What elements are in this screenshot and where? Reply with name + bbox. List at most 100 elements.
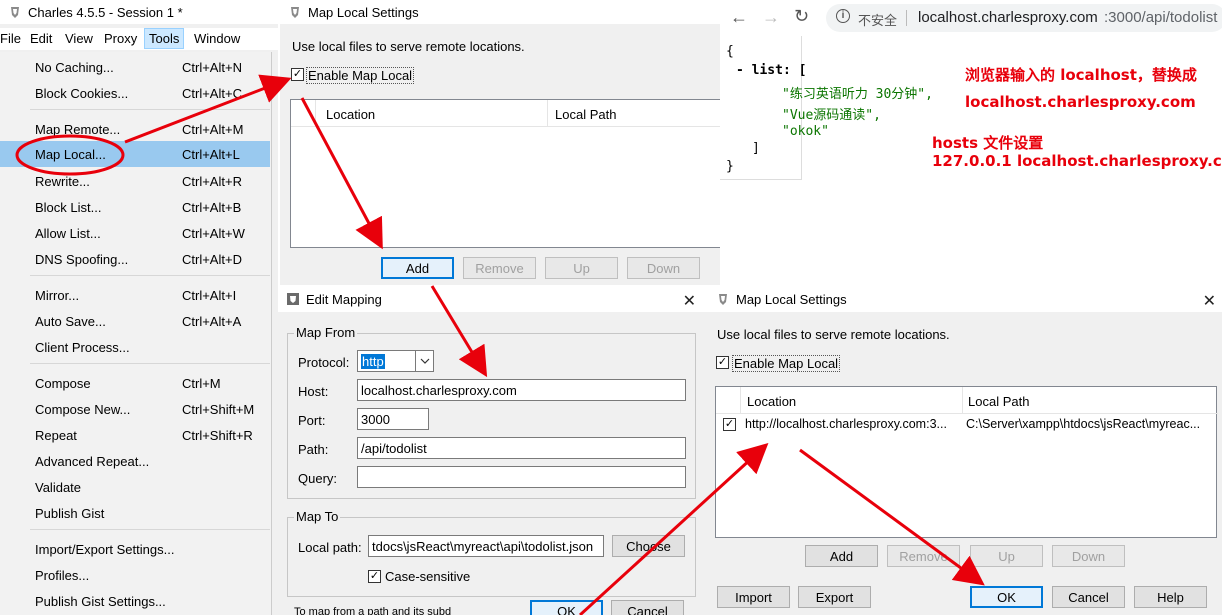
address-bar[interactable]: i 不安全 localhost.charlesproxy.com :3000/a… xyxy=(826,4,1222,32)
menu-item-compose[interactable]: Compose Ctrl+M xyxy=(0,370,270,396)
menu-item-map-remote[interactable]: Map Remote... Ctrl+Alt+M xyxy=(0,116,270,142)
menu-item-dns-spoofing[interactable]: DNS Spoofing... Ctrl+Alt+D xyxy=(0,246,270,272)
map-local-titlebar: Map Local Settings ✕ xyxy=(708,286,1222,312)
query-input[interactable] xyxy=(357,466,686,488)
protocol-label: Protocol: xyxy=(298,355,350,370)
mapping-table[interactable]: Location Local Path ✓ http://localhost.c… xyxy=(715,386,1218,538)
footer-hint: To map from a path and its subd xyxy=(294,606,452,615)
charles-title: Charles 4.5.5 - Session 1 * xyxy=(28,4,183,20)
local-path-label: Local path: xyxy=(298,540,362,555)
up-button[interactable]: Up xyxy=(970,545,1043,567)
menu-item-publish-gist-settings[interactable]: Publish Gist Settings... xyxy=(0,588,270,614)
menu-item-repeat[interactable]: Repeat Ctrl+Shift+R xyxy=(0,422,270,448)
menu-item-client-process[interactable]: Client Process... xyxy=(0,334,270,360)
mapping-table[interactable]: Location Local Path xyxy=(290,99,720,248)
cancel-button[interactable]: Cancel xyxy=(611,600,684,615)
enable-map-local-checkbox[interactable]: ✓ xyxy=(716,356,729,369)
column-location[interactable]: Location xyxy=(326,107,375,122)
forward-icon[interactable]: → xyxy=(762,7,780,28)
host-input[interactable]: localhost.charlesproxy.com xyxy=(357,379,686,401)
choose-button[interactable]: Choose xyxy=(612,535,685,557)
ok-button[interactable]: OK xyxy=(530,600,603,615)
add-button[interactable]: Add xyxy=(805,545,878,567)
chevron-down-icon[interactable] xyxy=(415,350,434,372)
table-header: Location Local Path xyxy=(716,387,1218,414)
host-label: Host: xyxy=(298,384,329,399)
menu-item-map-local[interactable]: Map Local... Ctrl+Alt+L xyxy=(0,141,270,167)
cancel-button[interactable]: Cancel xyxy=(1052,586,1125,608)
json-item: "okok" xyxy=(782,124,829,139)
column-local-path[interactable]: Local Path xyxy=(555,107,616,122)
path-input[interactable]: /api/todolist xyxy=(357,437,686,459)
reload-icon[interactable]: ↻ xyxy=(794,6,809,27)
down-button[interactable]: Down xyxy=(1052,545,1125,567)
url-path: :3000/api/todolist xyxy=(1104,9,1218,26)
menu-item-mirror[interactable]: Mirror... Ctrl+Alt+I xyxy=(0,282,270,308)
menu-item-rewrite[interactable]: Rewrite... Ctrl+Alt+R xyxy=(0,168,270,194)
edit-mapping-titlebar: Edit Mapping ✕ xyxy=(278,286,708,312)
json-close-brace: } xyxy=(726,159,734,174)
remove-button[interactable]: Remove xyxy=(463,257,536,279)
close-icon[interactable]: ✕ xyxy=(1203,291,1216,311)
menu-file[interactable]: File xyxy=(0,31,21,46)
charles-app-icon xyxy=(8,5,22,19)
map-local-dialog-1: Map Local Settings Use local files to se… xyxy=(280,0,720,285)
back-icon[interactable]: ← xyxy=(730,7,748,28)
export-button[interactable]: Export xyxy=(798,586,871,608)
map-local-titlebar: Map Local Settings xyxy=(280,0,720,24)
menu-edit[interactable]: Edit xyxy=(30,31,52,46)
add-button[interactable]: Add xyxy=(381,257,454,279)
menu-item-allow-list[interactable]: Allow List... Ctrl+Alt+W xyxy=(0,220,270,246)
menu-proxy[interactable]: Proxy xyxy=(104,31,137,46)
tools-menu: No Caching... Ctrl+Alt+N Block Cookies...… xyxy=(0,52,272,615)
menu-item-publish-gist[interactable]: Publish Gist xyxy=(0,500,270,526)
menu-item-no-caching[interactable]: No Caching... Ctrl+Alt+N xyxy=(0,54,270,80)
json-item: "Vue源码通读", xyxy=(782,108,881,123)
description-text: Use local files to serve remote location… xyxy=(292,39,525,54)
info-icon[interactable]: i xyxy=(836,9,850,23)
local-path-input[interactable]: tdocs\jsReact\myreact\api\todolist.json xyxy=(368,535,604,557)
annotation-line-2: localhost.charlesproxy.com xyxy=(965,93,1196,111)
menu-item-auto-save[interactable]: Auto Save... Ctrl+Alt+A xyxy=(0,308,270,334)
ok-button[interactable]: OK xyxy=(970,586,1043,608)
security-label: 不安全 xyxy=(858,13,898,28)
port-input[interactable]: 3000 xyxy=(357,408,429,430)
json-list-key[interactable]: - list: [ xyxy=(736,63,806,78)
menu-item-block-list[interactable]: Block List... Ctrl+Alt+B xyxy=(0,194,270,220)
down-button[interactable]: Down xyxy=(627,257,700,279)
case-sensitive-label: Case-sensitive xyxy=(385,569,471,584)
enable-map-local-label: Enable Map Local xyxy=(306,67,415,84)
case-sensitive-checkbox[interactable]: ✓ xyxy=(368,570,381,583)
enable-map-local-checkbox[interactable]: ✓ xyxy=(291,68,304,81)
menu-item-import-export[interactable]: Import/Export Settings... xyxy=(0,536,270,562)
import-button[interactable]: Import xyxy=(717,586,790,608)
charles-titlebar: Charles 4.5.5 - Session 1 * xyxy=(0,0,278,24)
annotation-line-3: hosts 文件设置 xyxy=(932,134,1044,152)
menu-item-advanced-repeat[interactable]: Advanced Repeat... xyxy=(0,448,270,474)
annotation-line-4: 127.0.0.1 localhost.charlesproxy.com xyxy=(932,152,1222,170)
remove-button[interactable]: Remove xyxy=(887,545,960,567)
menu-window[interactable]: Window xyxy=(194,31,240,46)
annotation-line-1: 浏览器输入的 localhost，替换成 xyxy=(965,66,1197,84)
menu-item-validate[interactable]: Validate xyxy=(0,474,270,500)
map-local-dialog-2: Map Local Settings ✕ Use local files to … xyxy=(708,286,1222,615)
browser-toolbar: ← → ↻ i 不安全 localhost.charlesproxy.com :… xyxy=(720,0,1222,36)
menu-view[interactable]: View xyxy=(65,31,93,46)
table-header: Location Local Path xyxy=(291,100,720,127)
menu-tools[interactable]: Tools xyxy=(144,28,185,49)
menu-item-block-cookies[interactable]: Block Cookies... Ctrl+Alt+C xyxy=(0,80,270,106)
menu-item-profiles[interactable]: Profiles... xyxy=(0,562,270,588)
column-local-path[interactable]: Local Path xyxy=(968,394,1029,409)
up-button[interactable]: Up xyxy=(545,257,618,279)
menu-item-compose-new[interactable]: Compose New... Ctrl+Shift+M xyxy=(0,396,270,422)
map-to-group: Map To xyxy=(287,509,696,597)
column-location[interactable]: Location xyxy=(747,394,796,409)
dialog-title: Map Local Settings xyxy=(308,4,419,20)
help-button[interactable]: Help xyxy=(1134,586,1207,608)
json-item: "练习英语听力 30分钟", xyxy=(782,87,933,102)
row-enabled-checkbox[interactable]: ✓ xyxy=(723,418,736,431)
table-row[interactable]: ✓ http://localhost.charlesproxy.com:3...… xyxy=(716,414,1218,436)
path-label: Path: xyxy=(298,442,329,457)
close-icon[interactable]: ✕ xyxy=(683,291,696,311)
menu-separator xyxy=(30,275,270,276)
